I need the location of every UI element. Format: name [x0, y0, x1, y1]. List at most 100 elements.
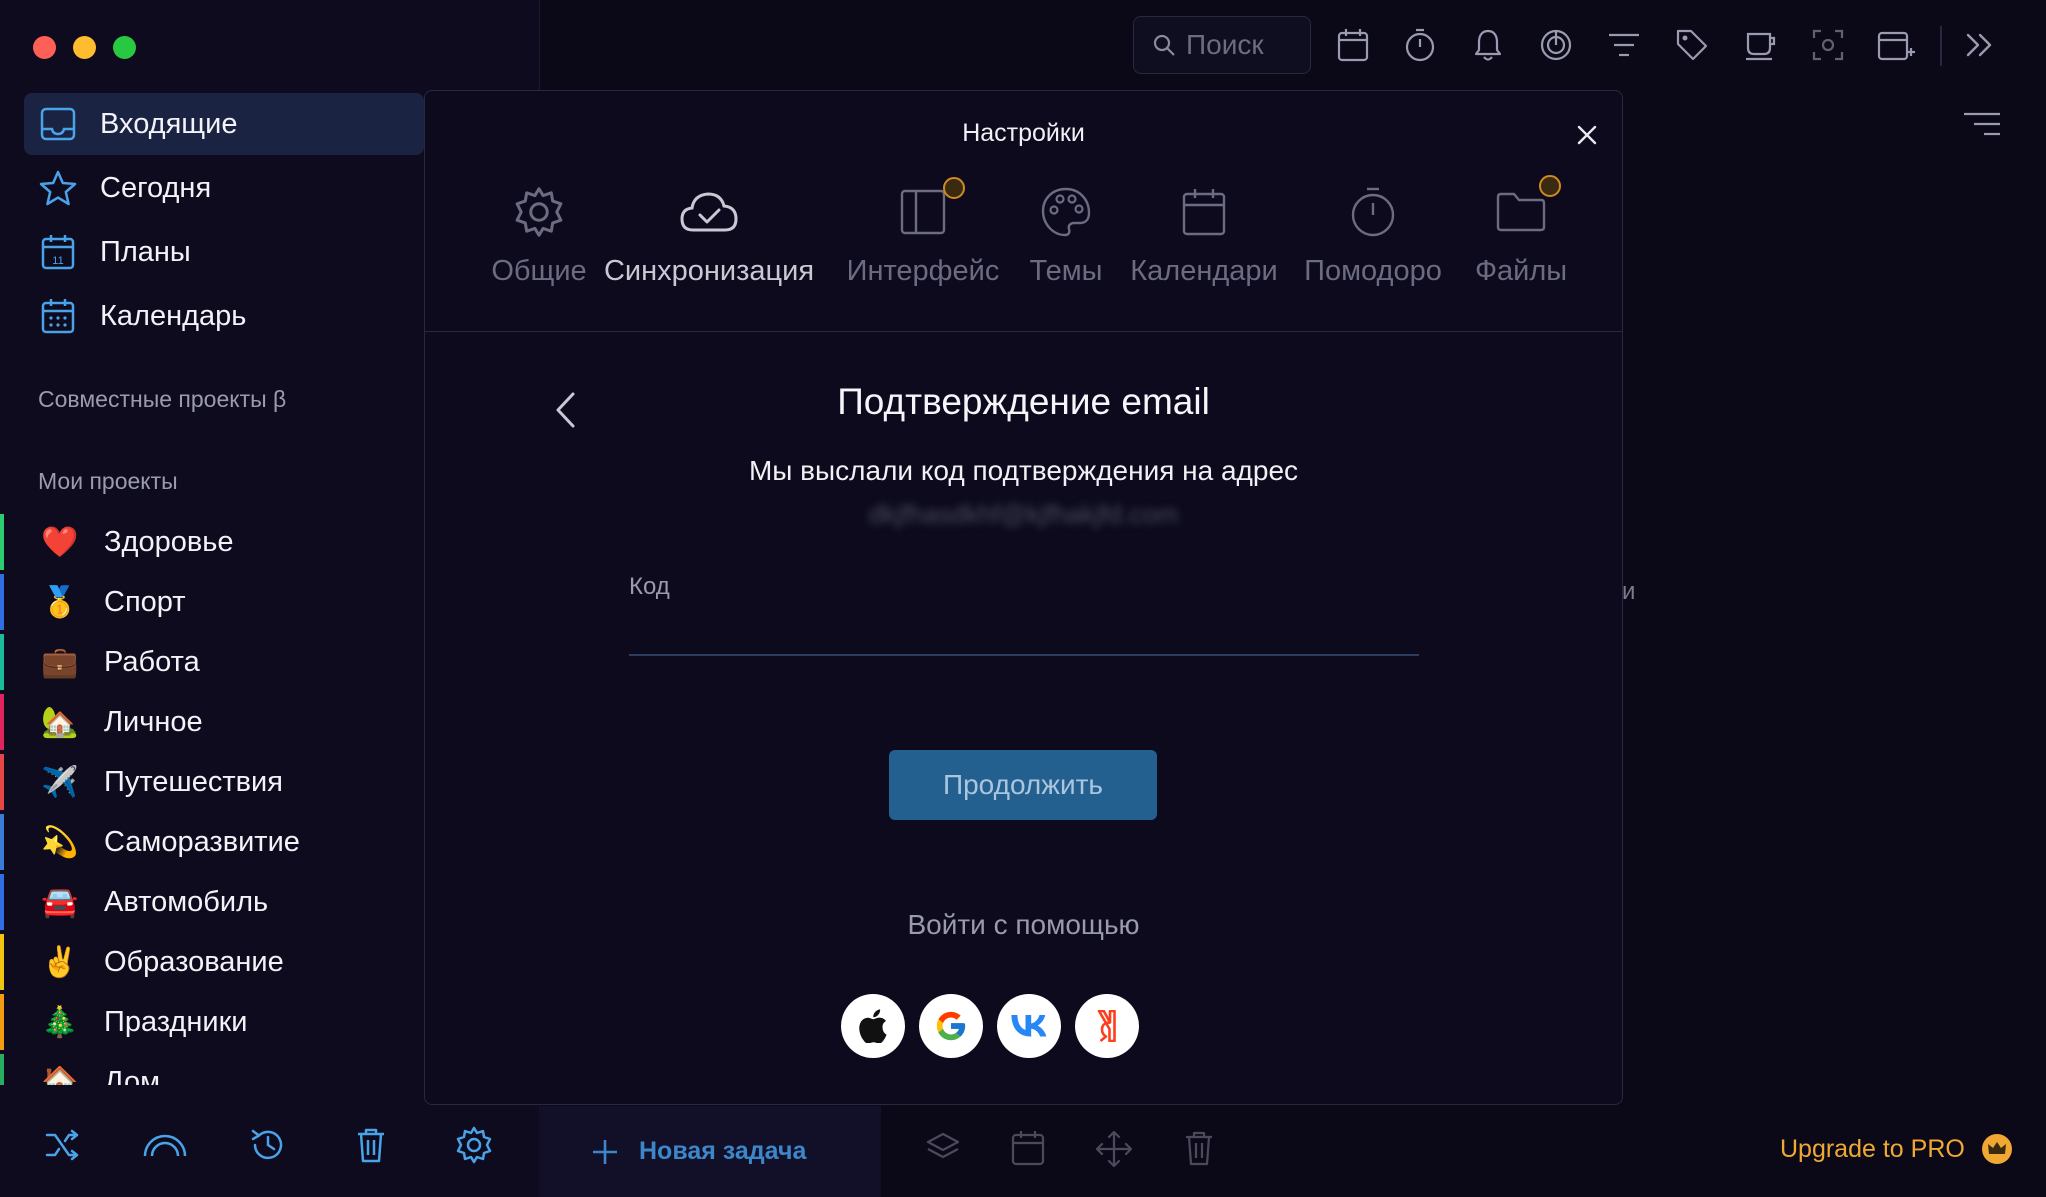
background-text: и — [1622, 578, 1636, 605]
project-color-bar — [0, 814, 4, 870]
cup-icon[interactable] — [1740, 25, 1780, 65]
shuffle-icon[interactable] — [40, 1123, 84, 1167]
timer-icon[interactable] — [1400, 25, 1440, 65]
project-color-bar — [0, 994, 4, 1050]
project-label: Дом — [104, 1065, 161, 1086]
project-label: Автомобиль — [104, 885, 269, 918]
cloud-sync-icon — [679, 179, 739, 245]
project-label: Праздники — [104, 1005, 248, 1038]
project-emoji-icon: 🎄 — [41, 1005, 79, 1039]
layers-icon[interactable] — [925, 1130, 961, 1166]
settings-icon[interactable] — [452, 1123, 496, 1167]
tab-interface-label: Интерфейс — [846, 255, 1000, 287]
project-item[interactable]: 🏡 Личное — [0, 693, 420, 751]
email-address-blurred: dkjfhasdkhf@kjfhakjfd.com — [868, 499, 1179, 529]
tab-pomodoro-label: Помодоро — [1304, 255, 1442, 287]
palette-icon — [1040, 179, 1092, 245]
search-icon — [1153, 34, 1175, 56]
project-emoji-icon: 🏠 — [41, 1065, 79, 1086]
trash-icon[interactable] — [349, 1123, 393, 1167]
bell-icon[interactable] — [1468, 25, 1508, 65]
project-item[interactable]: 💼 Работа — [0, 633, 420, 691]
google-login-button[interactable] — [919, 994, 983, 1058]
project-item[interactable]: ✈️ Путешествия — [0, 753, 420, 811]
code-input[interactable] — [629, 606, 1419, 656]
project-item[interactable]: 🥇 Спорт — [0, 573, 420, 631]
search-input[interactable]: Поиск — [1133, 16, 1311, 74]
folder-icon — [1495, 175, 1561, 245]
login-with-label: Войти с помощью — [907, 909, 1140, 940]
tab-sync-label: Синхронизация — [603, 255, 815, 287]
calendar-icon — [1182, 179, 1226, 245]
crown-icon — [1981, 1134, 2012, 1164]
timer-icon — [1349, 179, 1397, 245]
project-label: Путешествия — [104, 765, 283, 798]
project-emoji-icon: ✈️ — [41, 765, 79, 799]
apple-icon — [859, 1009, 887, 1043]
trash-icon[interactable] — [1184, 1130, 1214, 1166]
project-item[interactable]: ✌️ Образование — [0, 933, 420, 991]
add-project-icon[interactable] — [1876, 25, 1916, 65]
project-color-bar — [0, 754, 4, 810]
filter-icon[interactable] — [1604, 25, 1644, 65]
project-label: Саморазвитие — [104, 825, 300, 858]
tab-files-label: Файлы — [1474, 255, 1568, 287]
project-emoji-icon: ❤️ — [41, 525, 79, 559]
project-label: Образование — [104, 945, 284, 978]
tab-general-label: Общие — [491, 255, 587, 287]
chevrons-right-icon[interactable] — [1960, 25, 2000, 65]
upgrade-pro-button[interactable]: Upgrade to PRO — [1780, 1133, 2013, 1165]
project-emoji-icon: 💫 — [41, 825, 79, 859]
close-button[interactable] — [1571, 119, 1603, 151]
focus-icon[interactable] — [1536, 25, 1576, 65]
pro-badge-icon — [943, 177, 965, 199]
project-color-bar — [0, 634, 4, 690]
upgrade-label: Upgrade to PRO — [1780, 1134, 1965, 1163]
new-task-label: Новая задача — [639, 1137, 807, 1165]
layout-icon — [899, 177, 965, 245]
project-item[interactable]: 💫 Саморазвитие — [0, 813, 420, 871]
project-item[interactable]: 🚘 Автомобиль — [0, 873, 420, 931]
move-icon[interactable] — [1095, 1130, 1133, 1168]
continue-button[interactable]: Продолжить — [889, 750, 1157, 820]
tab-themes-label: Темы — [1029, 255, 1103, 287]
gear-icon — [513, 179, 565, 245]
close-icon — [1577, 125, 1597, 145]
yandex-login-button[interactable] — [1075, 994, 1139, 1058]
project-color-bar — [0, 934, 4, 990]
sort-lines-icon[interactable] — [1962, 104, 2002, 144]
tag-icon[interactable] — [1672, 25, 1712, 65]
tab-themes[interactable]: Темы — [1021, 179, 1111, 289]
tab-interface[interactable]: Интерфейс — [841, 177, 1005, 289]
vk-login-button[interactable] — [997, 994, 1061, 1058]
google-icon — [936, 1011, 966, 1041]
project-emoji-icon: 🚘 — [41, 885, 79, 919]
project-item[interactable]: 🎄 Праздники — [0, 993, 420, 1051]
screenshot-icon[interactable] — [1808, 25, 1848, 65]
project-label: Спорт — [104, 585, 186, 618]
project-item[interactable]: 🏠 Дом — [0, 1053, 420, 1085]
calendar-icon[interactable] — [1011, 1130, 1045, 1166]
project-label: Здоровье — [104, 525, 234, 558]
tab-general[interactable]: Общие — [479, 179, 599, 289]
tab-files[interactable]: Файлы — [1474, 175, 1568, 289]
project-item[interactable]: ❤️ Здоровье — [0, 513, 420, 571]
toolbar-divider — [1940, 26, 1942, 66]
sidebar-toolbar — [0, 1103, 539, 1197]
rainbow-icon[interactable] — [143, 1123, 187, 1167]
tabs-divider — [425, 331, 1622, 332]
tab-pomodoro[interactable]: Помодоро — [1301, 179, 1445, 289]
history-icon[interactable] — [246, 1123, 290, 1167]
yandex-icon — [1097, 1010, 1116, 1042]
plus-icon — [593, 1139, 617, 1164]
apple-login-button[interactable] — [841, 994, 905, 1058]
tab-calendars[interactable]: Календари — [1129, 179, 1279, 289]
tab-sync[interactable]: Синхронизация — [599, 179, 819, 289]
new-task-button[interactable]: Новая задача — [539, 1106, 881, 1197]
project-color-bar — [0, 1054, 4, 1085]
calendar-icon[interactable] — [1333, 25, 1373, 65]
code-label: Код — [629, 573, 670, 600]
vk-icon — [1011, 1015, 1047, 1037]
project-color-bar — [0, 874, 4, 930]
project-label: Работа — [104, 645, 200, 678]
